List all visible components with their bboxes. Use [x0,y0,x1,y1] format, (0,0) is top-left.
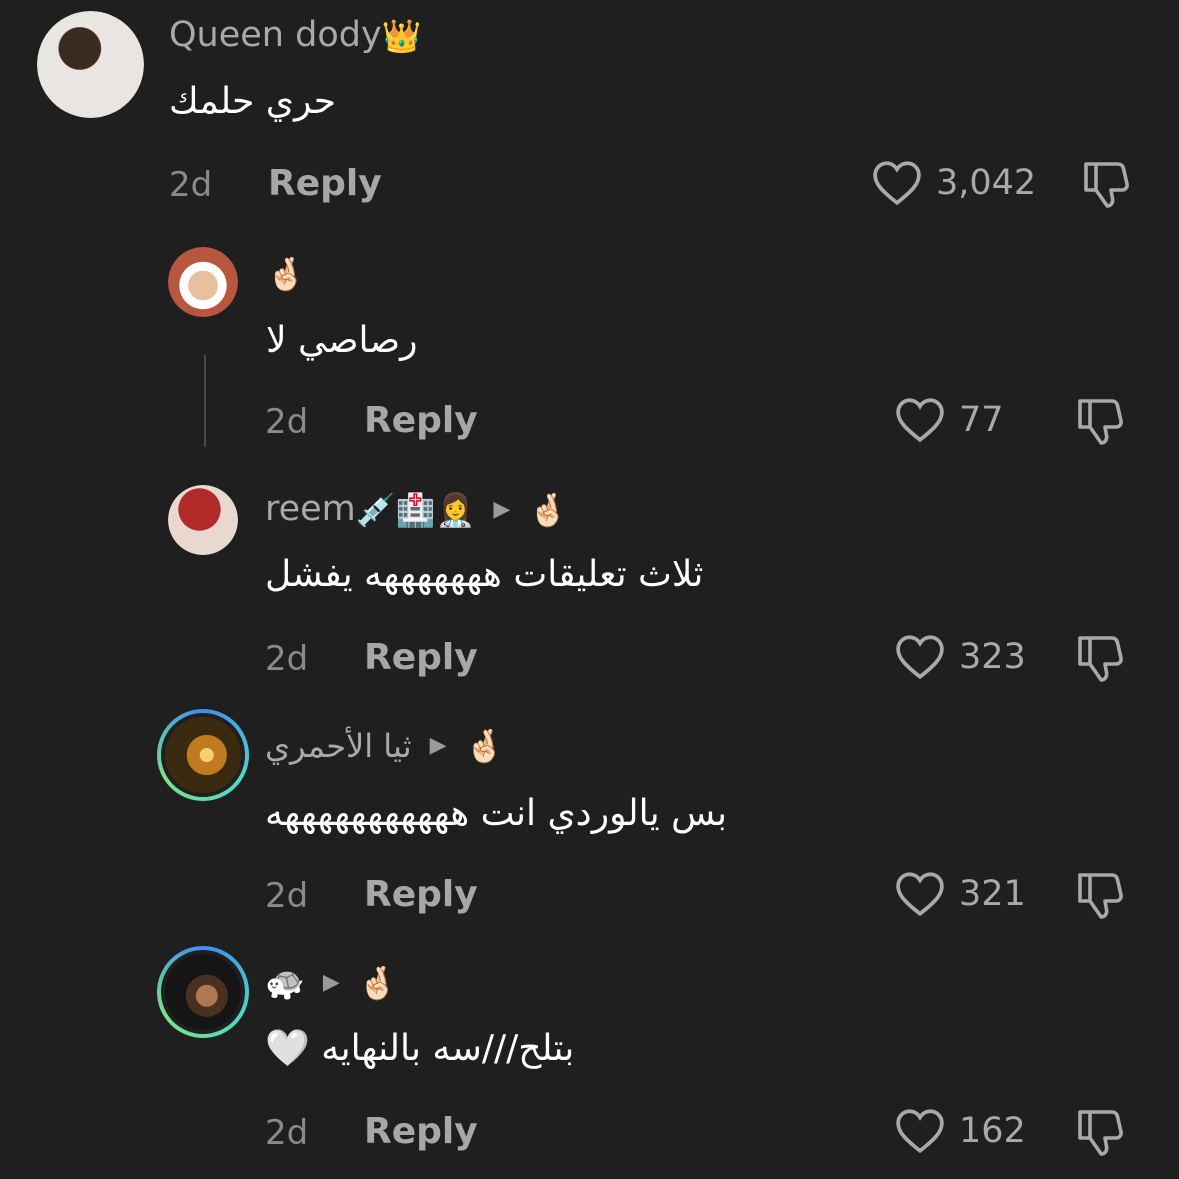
play-triangle-icon: ▶ [493,496,511,522]
like-count: 77 [959,399,1004,440]
crossed-fingers-emoji: 🤞🏻 [464,727,505,765]
thumbs-down-icon[interactable] [1074,1108,1126,1158]
reply-button[interactable]: Reply [364,640,478,676]
turtle-emoji: 🐢 [265,964,305,1002]
heart-icon [896,635,944,680]
reply-button[interactable]: Reply [364,877,478,913]
timestamp: 2d [265,402,309,442]
username[interactable]: 🐢 ▶ 🤞🏻 [265,967,398,999]
play-triangle-icon: ▶ [429,733,447,758]
timestamp: 2d [265,876,309,916]
avatar-story-ring[interactable] [157,946,249,1038]
like-button[interactable]: 323 [895,634,1026,680]
crossed-fingers-emoji: 🤞🏻 [357,964,398,1002]
like-count: 162 [959,1110,1026,1151]
crossed-fingers-emoji: 🤞🏻 [528,490,569,529]
avatar[interactable] [37,11,144,118]
thumbs-down-icon[interactable] [1074,634,1126,684]
username[interactable]: ثيا الأحمري ▶ 🤞🏻 [265,730,504,762]
comment-text: ثلاث تعليقات هههههههه يفشل [265,554,704,595]
username-text: ثيا الأحمري [265,727,412,765]
like-button[interactable]: 321 [895,871,1026,917]
like-count: 321 [959,873,1026,914]
username[interactable]: reem 💉🏥👩‍⚕️ ▶ 🤞🏻 [265,492,568,527]
username[interactable]: Queen dody 👑 [169,18,422,53]
username-text: Queen dody [169,15,382,55]
username-emojis: 💉🏥👩‍⚕️ [355,490,476,529]
comment-text: بتلح///سه بالنهايه 🤍 [265,1028,575,1069]
timestamp: 2d [265,1113,309,1153]
timestamp: 2d [169,165,213,205]
like-button[interactable]: 77 [895,397,1004,443]
thumbs-down-icon[interactable] [1080,160,1132,210]
crown-emoji: 👑 [381,16,422,55]
like-button[interactable]: 162 [895,1108,1026,1154]
comment-text: حري حلمك [169,81,337,122]
timestamp: 2d [265,639,309,679]
username-text: reem [265,489,356,529]
comment-text: رصاصي لا [266,320,418,361]
like-count: 323 [959,636,1026,677]
thread-line [204,355,206,447]
avatar-story-ring[interactable] [157,709,249,801]
thumbs-down-icon[interactable] [1074,397,1126,447]
heart-icon [873,161,921,206]
avatar[interactable] [168,247,238,317]
heart-icon [896,1109,944,1154]
thumbs-down-icon[interactable] [1074,871,1126,921]
username[interactable]: 🤞🏻 [266,258,306,290]
play-triangle-icon: ▶ [322,970,340,995]
reply-button[interactable]: Reply [364,1114,478,1150]
avatar [165,954,241,1030]
heart-icon [896,872,944,917]
like-button[interactable]: 3,042 [872,160,1036,206]
reply-button[interactable]: Reply [364,403,478,439]
reply-button[interactable]: Reply [268,166,382,202]
like-count: 3,042 [936,162,1037,203]
avatar[interactable] [168,485,238,555]
avatar [165,717,241,793]
heart-icon [896,398,944,443]
crossed-fingers-emoji: 🤞🏻 [266,255,306,293]
comment-text: بس يالوردي انت هههههههههههه [265,793,727,834]
